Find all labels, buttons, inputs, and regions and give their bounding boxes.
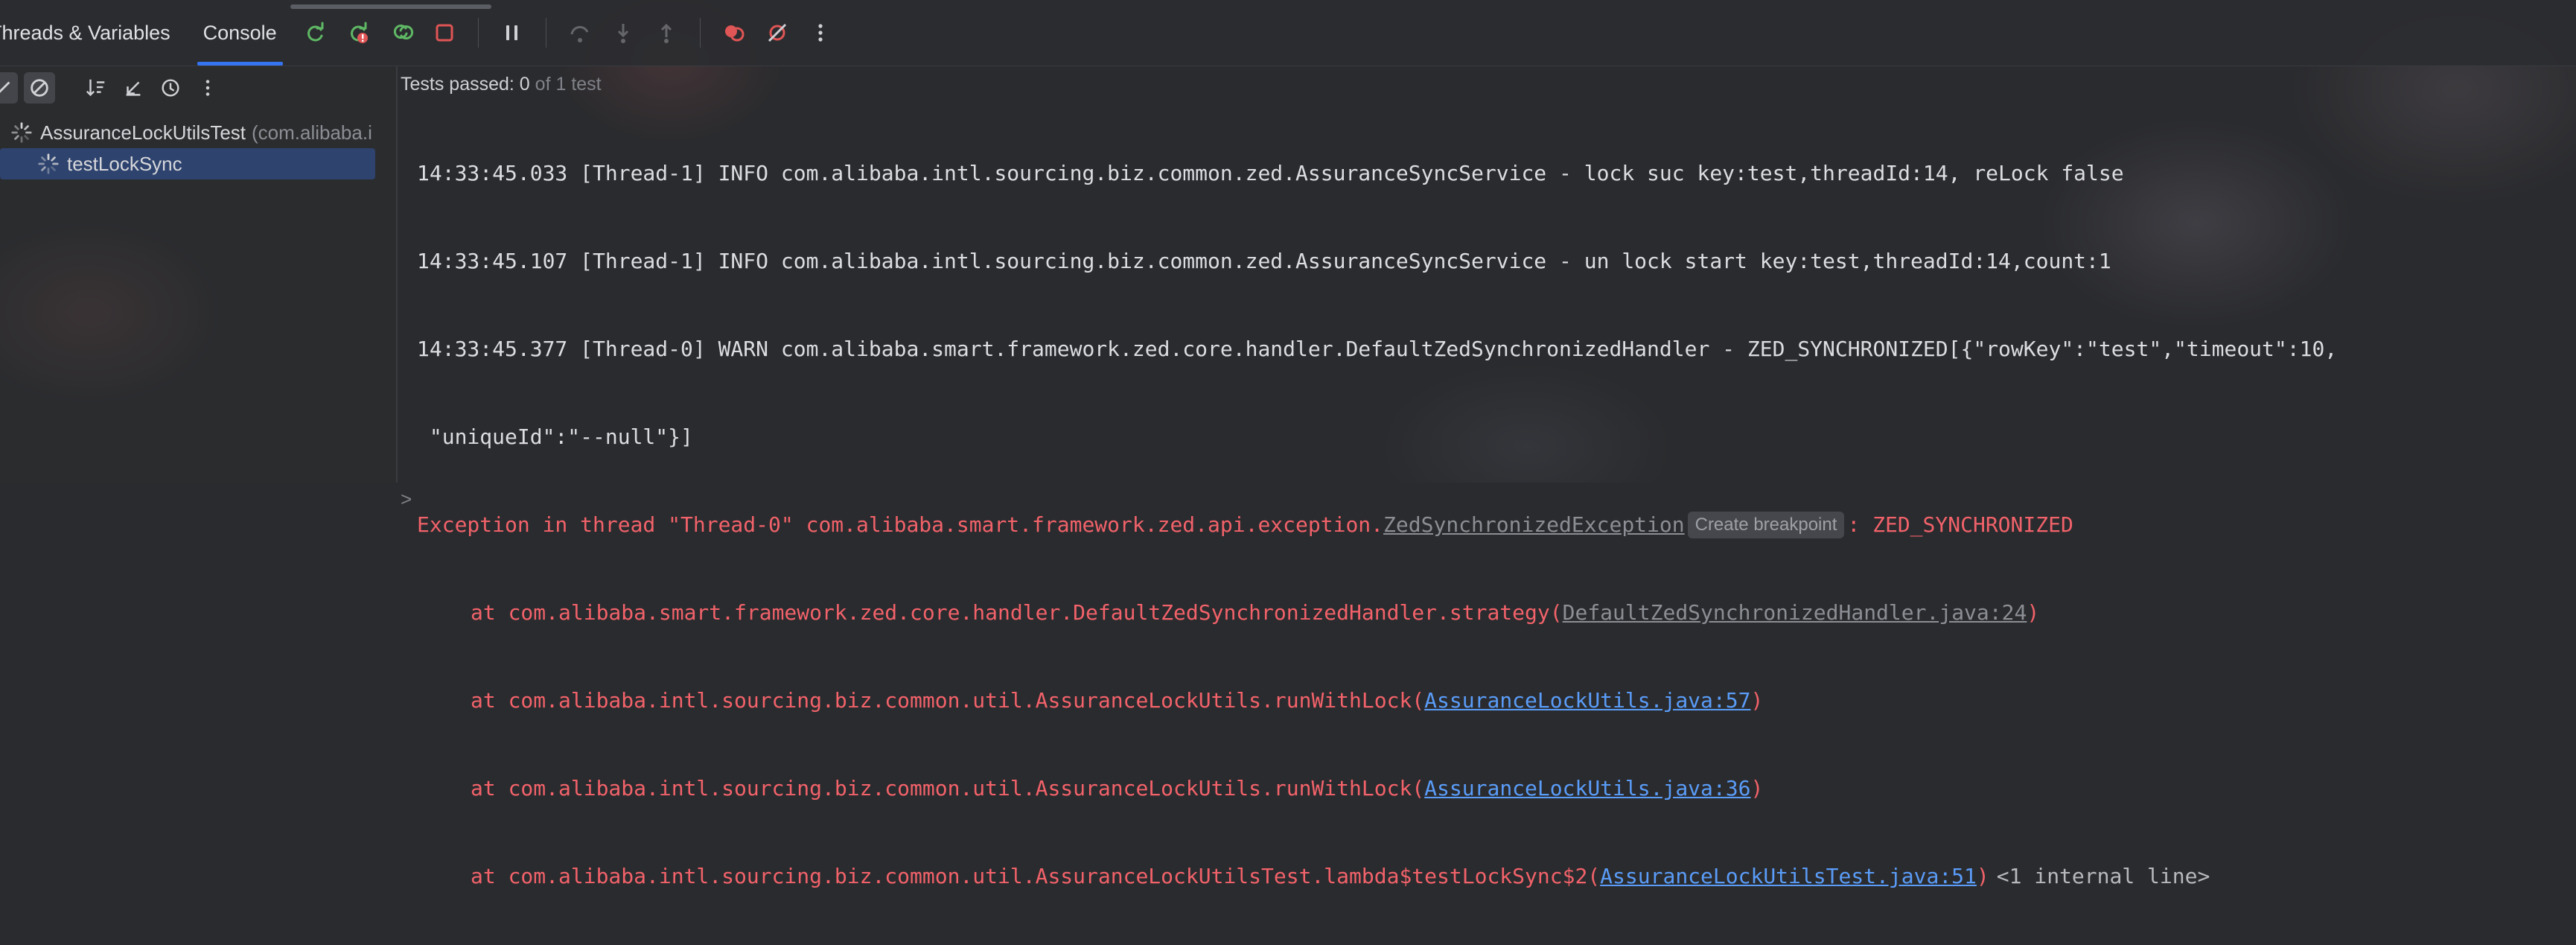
- step-out-icon: [660, 23, 672, 43]
- frame-source-link[interactable]: AssuranceLockUtils.java:57: [1424, 688, 1750, 713]
- pause-icon: [506, 25, 517, 40]
- console-output[interactable]: Tests passed: 0 of 1 test 14:33:45.033 […: [398, 66, 2576, 888]
- frame-suffix: ): [2027, 600, 2040, 625]
- tree-item-label: AssuranceLockUtilsTest: [40, 121, 246, 144]
- stack-frame: at com.alibaba.smart.framework.zed.core.…: [417, 594, 2337, 632]
- more-options-button[interactable]: [804, 16, 837, 49]
- frame-text: at com.alibaba.intl.sourcing.biz.common.…: [471, 776, 1425, 801]
- stack-frame: at com.alibaba.intl.sourcing.biz.common.…: [417, 857, 2337, 896]
- frame-text: at com.alibaba.smart.framework.zed.core.…: [471, 600, 1563, 625]
- more-icon: [205, 80, 210, 96]
- tree-item-test-method[interactable]: testLockSync: [0, 148, 375, 179]
- exception-line: Exception in thread "Thread-0" com.aliba…: [417, 506, 2337, 544]
- console-line: "uniqueId":"--null"}]: [417, 424, 693, 449]
- pause-button[interactable]: [496, 16, 529, 49]
- show-ignored-button[interactable]: [24, 72, 55, 104]
- create-breakpoint-button[interactable]: Create breakpoint: [1687, 512, 1845, 538]
- rerun-failed-button[interactable]: [342, 16, 374, 49]
- step-over-icon: [570, 25, 589, 42]
- show-passed-icon: [0, 81, 10, 93]
- test-status: Tests passed: 0 of 1 test: [401, 72, 602, 96]
- toolbar-separator: [699, 18, 701, 48]
- frame-suffix: ): [1750, 776, 1764, 801]
- stop-button[interactable]: [428, 16, 461, 49]
- mute-breakpoints-icon: [768, 23, 786, 42]
- tab-label: Console: [203, 21, 277, 44]
- test-tree: AssuranceLockUtilsTest (com.alibaba.i te…: [0, 117, 396, 179]
- sort-alphabetically-button[interactable]: [80, 72, 112, 104]
- exception-class-link[interactable]: ZedSynchronizedException: [1383, 512, 1685, 537]
- frame-text: at com.alibaba.intl.sourcing.biz.common.…: [471, 688, 1425, 713]
- console-line: 14:33:45.107 [Thread-1] INFO com.alibaba…: [417, 249, 2111, 273]
- step-out-button[interactable]: [650, 16, 683, 49]
- test-tree-toolbar: [0, 72, 396, 104]
- stack-frame: at com.alibaba.intl.sourcing.biz.common.…: [417, 769, 2337, 808]
- tests-total-label: of 1 test: [535, 74, 602, 95]
- spinner-icon: [38, 153, 59, 174]
- step-over-button[interactable]: [564, 16, 596, 49]
- frame-source-link[interactable]: DefaultZedSynchronizedHandler.java:24: [1563, 600, 2027, 625]
- console-line: 14:33:45.377 [Thread-0] WARN com.alibaba…: [417, 337, 2338, 361]
- frame-text: at com.alibaba.intl.sourcing.biz.common.…: [471, 864, 1601, 888]
- toolbar-scrollbar[interactable]: [290, 4, 491, 9]
- toggle-auto-test-icon: [393, 25, 413, 39]
- stack-frame: at com.alibaba.intl.sourcing.biz.common.…: [417, 681, 2337, 720]
- frame-source-link[interactable]: AssuranceLockUtilsTest.java:51: [1600, 864, 1977, 888]
- spinner-icon: [11, 122, 32, 143]
- frame-suffix: ): [1976, 864, 1989, 888]
- more-icon: [818, 24, 823, 42]
- step-into-button[interactable]: [607, 16, 640, 49]
- tests-passed-label: Tests passed: 0: [401, 74, 530, 95]
- tree-item-label: testLockSync: [67, 152, 182, 175]
- debug-toolbar: Threads & Variables Console: [0, 0, 2576, 66]
- rerun-button[interactable]: [299, 16, 331, 49]
- sort-alpha-icon: [86, 79, 105, 97]
- view-breakpoints-icon: [724, 25, 745, 42]
- test-tree-panel: AssuranceLockUtilsTest (com.alibaba.i te…: [0, 66, 398, 483]
- show-ignored-icon: [31, 79, 48, 97]
- internal-lines-fold[interactable]: <1 internal line>: [1997, 864, 2210, 888]
- frame-source-link[interactable]: AssuranceLockUtils.java:36: [1424, 776, 1750, 801]
- mute-breakpoints-button[interactable]: [761, 16, 794, 49]
- console-lines: 14:33:45.033 [Thread-1] INFO com.alibaba…: [417, 105, 2337, 945]
- exception-message: : ZED_SYNCHRONIZED: [1847, 512, 2073, 537]
- tree-item-package: (com.alibaba.i: [252, 121, 372, 144]
- tab-label: Threads & Variables: [0, 21, 170, 44]
- sort-by-duration-button[interactable]: [118, 72, 149, 104]
- test-history-button[interactable]: [155, 72, 186, 104]
- step-into-icon: [617, 24, 628, 43]
- tree-item-test-class[interactable]: AssuranceLockUtilsTest (com.alibaba.i: [0, 117, 396, 148]
- rerun-icon: [307, 22, 324, 42]
- exception-text: Exception in thread "Thread-0" com.aliba…: [417, 512, 1384, 537]
- sort-duration-icon: [126, 81, 141, 96]
- console-line: 14:33:45.033 [Thread-1] INFO com.alibaba…: [417, 161, 2124, 185]
- tree-more-options-button[interactable]: [192, 72, 223, 104]
- toggle-auto-test-button[interactable]: [385, 16, 418, 49]
- tab-threads-variables[interactable]: Threads & Variables: [0, 0, 187, 66]
- tab-console[interactable]: Console: [187, 0, 293, 66]
- frame-suffix: ): [1750, 688, 1764, 713]
- rerun-failed-icon: [350, 22, 368, 43]
- stop-icon: [436, 24, 453, 42]
- history-icon: [162, 79, 179, 97]
- show-passed-button[interactable]: [0, 72, 18, 104]
- toolbar-separator: [477, 18, 479, 48]
- fold-chevron-icon[interactable]: >: [401, 488, 412, 511]
- view-breakpoints-button[interactable]: [718, 16, 750, 49]
